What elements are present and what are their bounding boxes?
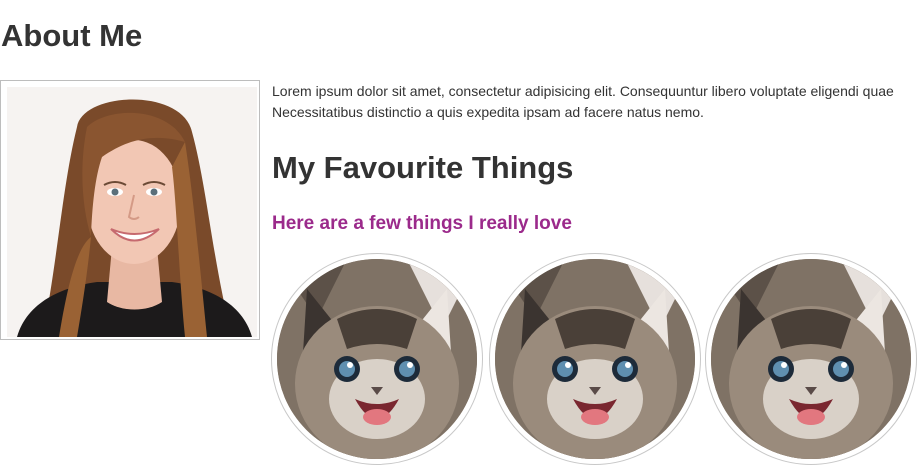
intro-line-2: Necessitatibus distinctio a quis expedit… [272,104,704,120]
kitten-image [711,259,911,459]
intro-line-1: Lorem ipsum dolor sit amet, consectetur … [272,83,894,99]
kitten-image [495,259,695,459]
page-title: About Me [1,18,143,53]
profile-photo-frame [0,80,260,340]
profile-photo [7,87,257,337]
portrait-image [7,87,257,337]
kitten-image [277,259,477,459]
intro-text: Lorem ipsum dolor sit amet, consectetur … [272,81,917,123]
favourite-thumbnail [271,253,483,465]
favourites-title: My Favourite Things [272,150,574,185]
favourite-thumbnail [705,253,917,465]
favourites-subtitle: Here are a few things I really love [272,213,572,234]
favourite-thumbnail [489,253,701,465]
